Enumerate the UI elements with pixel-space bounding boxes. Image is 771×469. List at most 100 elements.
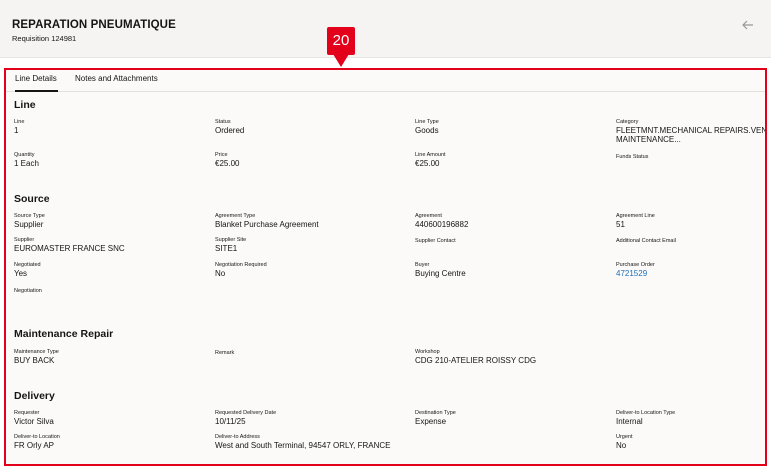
- field-label: Deliver-to Location Type: [616, 410, 676, 416]
- field-label: Deliver-to Location: [14, 434, 60, 440]
- field-label: Urgent: [616, 434, 633, 440]
- section-heading-maintenance-repair: Maintenance Repair: [14, 328, 114, 340]
- requisition-number: Requisition 124981: [12, 34, 77, 43]
- field-line: Line 1: [14, 119, 204, 135]
- field-label: Supplier Contact: [415, 238, 456, 244]
- field-value: FR Orly AP: [14, 441, 55, 450]
- field-line-amount: Line Amount €25.00: [415, 152, 605, 168]
- field-value: Yes: [14, 269, 28, 278]
- tab-line-details[interactable]: Line Details: [15, 74, 58, 92]
- field-label: Agreement Type: [215, 213, 256, 219]
- field-negotiated: Negotiated Yes: [14, 262, 204, 278]
- field-source-type: Source Type Supplier: [14, 213, 204, 229]
- field-additional-contact-email: Additional Contact Email: [616, 238, 765, 245]
- field-value: Blanket Purchase Agreement: [215, 220, 319, 229]
- field-value: West and South Terminal, 94547 ORLY, FRA…: [215, 441, 391, 450]
- field-value: 440600196882: [415, 220, 469, 229]
- field-price: Price €25.00: [215, 152, 405, 168]
- step-callout-pointer: [333, 54, 349, 67]
- field-value: 1 Each: [14, 159, 39, 168]
- field-value: 1: [14, 126, 19, 135]
- field-label: Price: [215, 152, 228, 158]
- arrow-left-icon[interactable]: [740, 17, 756, 33]
- field-negotiation-required: Negotiation Required No: [215, 262, 405, 278]
- field-requester: Requester Victor Silva: [14, 410, 204, 426]
- field-status: Status Ordered: [215, 119, 405, 135]
- field-label: Negotiation Required: [215, 262, 267, 268]
- field-value: €25.00: [215, 159, 240, 168]
- field-line-type: Line Type Goods: [415, 119, 605, 135]
- field-supplier-site: Supplier Site SITE1: [215, 237, 405, 253]
- field-label: Purchase Order: [616, 262, 655, 268]
- field-label: Remark: [215, 350, 235, 356]
- field-negotiation: Negotiation: [14, 288, 204, 295]
- field-label: Status: [215, 119, 231, 125]
- field-supplier: Supplier EUROMASTER FRANCE SNC: [14, 237, 204, 253]
- section-heading-line: Line: [14, 99, 36, 111]
- field-value-continued: MAINTENANCE...: [616, 135, 681, 144]
- field-label: Maintenance Type: [14, 349, 59, 355]
- tab-notes-and-attachments[interactable]: Notes and Attachments: [75, 74, 165, 92]
- field-label: Category: [616, 119, 639, 125]
- field-value: Goods: [415, 126, 439, 135]
- field-label: Additional Contact Email: [616, 238, 676, 244]
- field-value: EUROMASTER FRANCE SNC: [14, 244, 125, 253]
- field-category: Category FLEETMNT.MECHANICAL REPAIRS.VEN…: [616, 119, 767, 144]
- line-details-panel: Line Details Notes and Attachments Line …: [4, 68, 767, 466]
- field-agreement-type: Agreement Type Blanket Purchase Agreemen…: [215, 213, 405, 229]
- field-label: Agreement: [415, 213, 442, 219]
- field-value: Buying Centre: [415, 269, 466, 278]
- field-value: SITE1: [215, 244, 238, 253]
- field-label: Negotiation: [14, 288, 42, 294]
- field-deliver-to-location-type: Deliver-to Location Type Internal: [616, 410, 765, 426]
- field-purchase-order: Purchase Order 4721529: [616, 262, 765, 278]
- field-value: €25.00: [415, 159, 440, 168]
- field-label: Requester: [14, 410, 40, 416]
- field-maintenance-type: Maintenance Type BUY BACK: [14, 349, 204, 365]
- field-label: Buyer: [415, 262, 430, 268]
- field-value: BUY BACK: [14, 356, 55, 365]
- field-label: Line Amount: [415, 152, 446, 158]
- field-requested-delivery-date: Requested Delivery Date 10/11/25: [215, 410, 405, 426]
- field-label: Requested Delivery Date: [215, 410, 277, 416]
- field-value: 10/11/25: [215, 417, 246, 426]
- field-quantity: Quantity 1 Each: [14, 152, 204, 168]
- field-value: Victor Silva: [14, 417, 54, 426]
- field-deliver-to-address: Deliver-to Address West and South Termin…: [215, 434, 411, 450]
- tab-bar: Line Details Notes and Attachments: [6, 70, 765, 92]
- field-urgent: Urgent No: [616, 434, 765, 450]
- field-funds-status: Funds Status: [616, 154, 765, 161]
- field-label: Funds Status: [616, 154, 649, 160]
- field-value: No: [215, 269, 226, 278]
- section-heading-source: Source: [14, 193, 50, 205]
- step-callout-badge: 20: [327, 27, 355, 55]
- field-value: No: [616, 441, 627, 450]
- field-label: Destination Type: [415, 410, 456, 416]
- field-value: Expense: [415, 417, 447, 426]
- page-title: REPARATION PNEUMATIQUE: [12, 19, 176, 31]
- field-value: Internal: [616, 417, 643, 426]
- field-buyer: Buyer Buying Centre: [415, 262, 605, 278]
- field-label: Agreement Line: [616, 213, 655, 219]
- field-label: Supplier Site: [215, 237, 247, 243]
- section-heading-delivery: Delivery: [14, 390, 55, 402]
- field-agreement: Agreement 440600196882: [415, 213, 605, 229]
- field-value: FLEETMNT.MECHANICAL REPAIRS.VENDED: [616, 126, 767, 135]
- field-value: 51: [616, 220, 625, 229]
- page-header: REPARATION PNEUMATIQUE Requisition 12498…: [0, 0, 771, 58]
- field-label: Workshop: [415, 349, 440, 355]
- field-workshop: Workshop CDG 210-ATELIER ROISSY CDG: [415, 349, 605, 365]
- field-label: Quantity: [14, 152, 35, 158]
- field-supplier-contact: Supplier Contact: [415, 238, 605, 245]
- purchase-order-link[interactable]: 4721529: [616, 269, 765, 278]
- field-agreement-line: Agreement Line 51: [616, 213, 765, 229]
- field-deliver-to-location: Deliver-to Location FR Orly AP: [14, 434, 204, 450]
- field-label: Negotiated: [14, 262, 41, 268]
- field-label: Supplier: [14, 237, 35, 243]
- field-value: Ordered: [215, 126, 245, 135]
- field-value: CDG 210-ATELIER ROISSY CDG: [415, 356, 537, 365]
- field-label: Deliver-to Address: [215, 434, 260, 440]
- field-label: Line: [14, 119, 25, 125]
- field-label: Line Type: [415, 119, 439, 125]
- field-label: Source Type: [14, 213, 45, 219]
